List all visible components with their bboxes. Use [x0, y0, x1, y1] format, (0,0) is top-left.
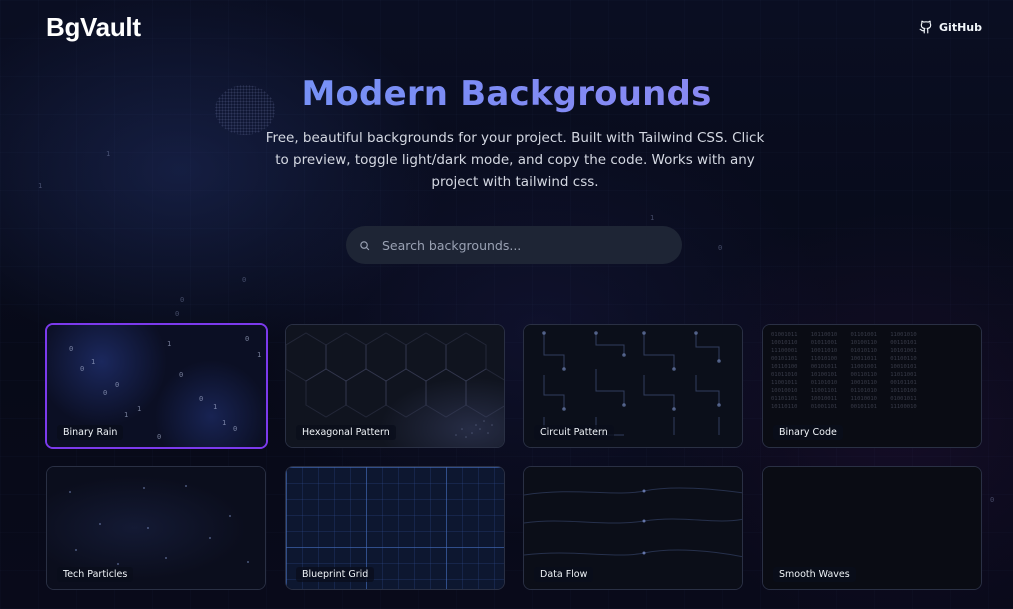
background-digit: 0 [990, 496, 995, 504]
preview-digit: 1 [167, 340, 172, 348]
preview-digit: 1 [124, 411, 129, 419]
github-label: GitHub [939, 20, 982, 34]
search-icon [360, 240, 370, 250]
card-label: Blueprint Grid [296, 567, 375, 582]
particle [185, 485, 187, 487]
particle [209, 537, 211, 539]
preview-digit: 0 [179, 371, 184, 379]
card-binary-rain[interactable]: 0 1 0 1 0 0 0 1 1 0 1 1 0 0 0 1 Binary R… [45, 323, 268, 449]
background-digit: 1 [106, 150, 111, 158]
card-data-flow[interactable]: Data Flow [523, 466, 743, 590]
card-blueprint-grid[interactable]: Blueprint Grid [285, 466, 505, 590]
background-digit: 0 [175, 310, 180, 318]
background-digit: 0 [718, 244, 723, 252]
page-title: Modern Backgrounds [0, 74, 1013, 114]
card-label: Smooth Waves [773, 567, 856, 582]
particle [117, 563, 119, 565]
card-label: Binary Code [773, 425, 843, 440]
particle [99, 523, 101, 525]
preview-digit: 0 [157, 433, 162, 441]
background-digit: 1 [650, 214, 655, 222]
particle [143, 487, 145, 489]
card-label: Hexagonal Pattern [296, 425, 396, 440]
card-label: Circuit Pattern [534, 425, 614, 440]
page: 1 1 0 0 0 1 0 0 BgVault GitHub Modern Ba… [0, 0, 1013, 609]
particle [69, 491, 71, 493]
card-smooth-waves[interactable]: Smooth Waves [762, 466, 982, 590]
github-icon [919, 20, 932, 34]
search-input[interactable] [382, 237, 652, 253]
preview-digit: 1 [91, 358, 96, 366]
background-digit: 0 [242, 276, 247, 284]
search-bar[interactable] [346, 226, 682, 264]
card-binary-code[interactable]: 01001011 10110010 01101001 11001010 1001… [762, 324, 982, 448]
card-tech-particles[interactable]: Tech Particles [46, 466, 266, 590]
preview-digit: 0 [80, 365, 85, 373]
github-link[interactable]: GitHub [919, 20, 982, 34]
preview-digit: 0 [115, 381, 120, 389]
preview-digit: 0 [245, 335, 250, 343]
card-hexagonal-pattern[interactable]: Hexagonal Pattern [285, 324, 505, 448]
preview-digit: 1 [213, 403, 218, 411]
app-logo[interactable]: BgVault [46, 12, 141, 43]
particle [147, 527, 149, 529]
binary-code-columns: 01001011 10110010 01101001 11001010 1001… [771, 332, 917, 410]
preview-digit: 0 [233, 425, 238, 433]
preview-digit: 1 [257, 351, 262, 359]
page-subtitle: Free, beautiful backgrounds for your pro… [265, 130, 765, 190]
background-digit: 0 [180, 296, 185, 304]
preview-digit: 1 [222, 419, 227, 427]
card-label: Data Flow [534, 567, 594, 582]
preview-digit: 1 [137, 405, 142, 413]
card-circuit-pattern[interactable]: Circuit Pattern [523, 324, 743, 448]
particle [75, 549, 77, 551]
background-digit: 1 [38, 182, 43, 190]
preview-digit: 0 [69, 345, 74, 353]
preview-digit: 0 [103, 389, 108, 397]
particle [229, 515, 231, 517]
preview-digit: 0 [199, 395, 204, 403]
particle [165, 557, 167, 559]
card-label: Binary Rain [57, 425, 124, 440]
particle [247, 561, 249, 563]
card-label: Tech Particles [57, 567, 134, 582]
